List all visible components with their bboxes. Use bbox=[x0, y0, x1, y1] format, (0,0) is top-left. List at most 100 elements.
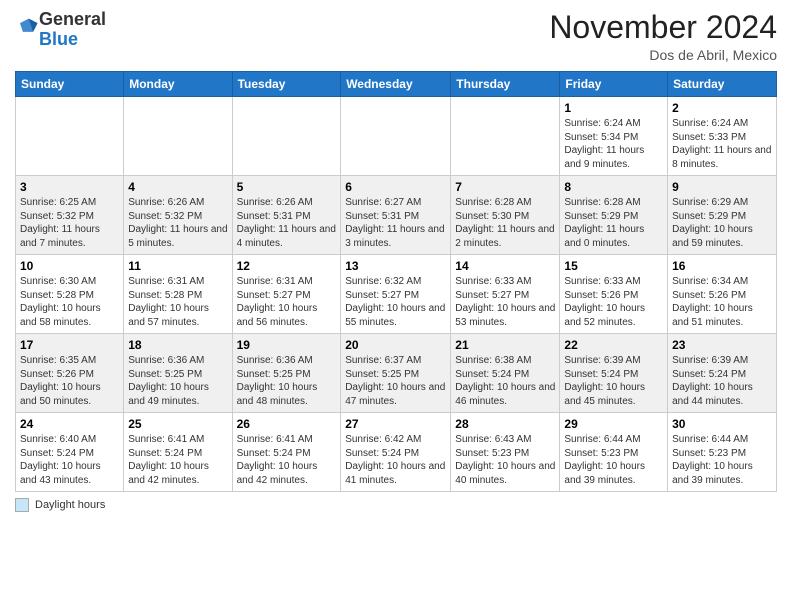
day-number: 18 bbox=[128, 338, 227, 352]
day-cell: 2 Sunrise: 6:24 AM Sunset: 5:33 PM Daylig… bbox=[668, 97, 777, 176]
logo-blue: Blue bbox=[39, 29, 78, 49]
day-number: 15 bbox=[564, 259, 663, 273]
month-title: November 2024 bbox=[549, 10, 777, 45]
day-number: 13 bbox=[345, 259, 446, 273]
day-number: 11 bbox=[128, 259, 227, 273]
day-number: 5 bbox=[237, 180, 337, 194]
day-info: Sunrise: 6:27 AM Sunset: 5:31 PM Dayligh… bbox=[345, 196, 446, 250]
weekday-header-monday: Monday bbox=[124, 72, 232, 97]
day-cell bbox=[232, 97, 341, 176]
day-info: Sunrise: 6:40 AM Sunset: 5:24 PM Dayligh… bbox=[20, 433, 119, 487]
day-cell: 3 Sunrise: 6:25 AM Sunset: 5:32 PM Daylig… bbox=[16, 176, 124, 255]
day-cell: 11 Sunrise: 6:31 AM Sunset: 5:28 PM Dayli… bbox=[124, 255, 232, 334]
day-info: Sunrise: 6:41 AM Sunset: 5:24 PM Dayligh… bbox=[128, 433, 227, 487]
day-cell: 1Sunrise: 6:24 AM Sunset: 5:34 PM Daylig… bbox=[560, 97, 668, 176]
day-cell: 26Sunrise: 6:41 AM Sunset: 5:24 PM Dayli… bbox=[232, 413, 341, 492]
day-number: 29 bbox=[564, 417, 663, 431]
day-info: Sunrise: 6:28 AM Sunset: 5:30 PM Dayligh… bbox=[455, 196, 555, 250]
day-number: 28 bbox=[455, 417, 555, 431]
week-row-4: 17 Sunrise: 6:35 AM Sunset: 5:26 PM Dayli… bbox=[16, 334, 777, 413]
day-cell bbox=[124, 97, 232, 176]
day-number: 20 bbox=[345, 338, 446, 352]
day-cell: 8Sunrise: 6:28 AM Sunset: 5:29 PM Daylig… bbox=[560, 176, 668, 255]
day-info: Sunrise: 6:34 AM Sunset: 5:26 PM Dayligh… bbox=[672, 275, 772, 329]
day-info: Sunrise: 6:26 AM Sunset: 5:31 PM Dayligh… bbox=[237, 196, 337, 250]
day-number: 12 bbox=[237, 259, 337, 273]
day-info: Sunrise: 6:36 AM Sunset: 5:25 PM Dayligh… bbox=[237, 354, 337, 408]
day-cell: 30Sunrise: 6:44 AM Sunset: 5:23 PM Dayli… bbox=[668, 413, 777, 492]
day-info: Sunrise: 6:28 AM Sunset: 5:29 PM Dayligh… bbox=[564, 196, 663, 250]
calendar: SundayMondayTuesdayWednesdayThursdayFrid… bbox=[15, 71, 777, 492]
day-number: 30 bbox=[672, 417, 772, 431]
weekday-header-thursday: Thursday bbox=[451, 72, 560, 97]
day-info: Sunrise: 6:25 AM Sunset: 5:32 PM Dayligh… bbox=[20, 196, 119, 250]
day-cell: 20 Sunrise: 6:37 AM Sunset: 5:25 PM Dayli… bbox=[341, 334, 451, 413]
day-info: Sunrise: 6:33 AM Sunset: 5:26 PM Dayligh… bbox=[564, 275, 663, 329]
day-number: 14 bbox=[455, 259, 555, 273]
day-number: 17 bbox=[20, 338, 119, 352]
day-number: 22 bbox=[564, 338, 663, 352]
day-cell: 10Sunrise: 6:30 AM Sunset: 5:28 PM Dayli… bbox=[16, 255, 124, 334]
day-cell: 4Sunrise: 6:26 AM Sunset: 5:32 PM Daylig… bbox=[124, 176, 232, 255]
day-info: Sunrise: 6:24 AM Sunset: 5:34 PM Dayligh… bbox=[564, 117, 663, 171]
weekday-header-sunday: Sunday bbox=[16, 72, 124, 97]
day-cell: 17 Sunrise: 6:35 AM Sunset: 5:26 PM Dayli… bbox=[16, 334, 124, 413]
day-info: Sunrise: 6:26 AM Sunset: 5:32 PM Dayligh… bbox=[128, 196, 227, 250]
day-info: Sunrise: 6:39 AM Sunset: 5:24 PM Dayligh… bbox=[672, 354, 772, 408]
day-cell: 24 Sunrise: 6:40 AM Sunset: 5:24 PM Dayli… bbox=[16, 413, 124, 492]
weekday-header-wednesday: Wednesday bbox=[341, 72, 451, 97]
logo-general: General bbox=[39, 9, 106, 29]
day-info: Sunrise: 6:33 AM Sunset: 5:27 PM Dayligh… bbox=[455, 275, 555, 329]
day-number: 27 bbox=[345, 417, 446, 431]
logo-icon bbox=[17, 15, 39, 37]
day-info: Sunrise: 6:44 AM Sunset: 5:23 PM Dayligh… bbox=[564, 433, 663, 487]
day-number: 21 bbox=[455, 338, 555, 352]
day-number: 10 bbox=[20, 259, 119, 273]
day-cell: 21 Sunrise: 6:38 AM Sunset: 5:24 PM Dayli… bbox=[451, 334, 560, 413]
day-cell: 27 Sunrise: 6:42 AM Sunset: 5:24 PM Dayli… bbox=[341, 413, 451, 492]
day-cell: 14 Sunrise: 6:33 AM Sunset: 5:27 PM Dayli… bbox=[451, 255, 560, 334]
day-number: 16 bbox=[672, 259, 772, 273]
week-row-5: 24 Sunrise: 6:40 AM Sunset: 5:24 PM Dayli… bbox=[16, 413, 777, 492]
day-info: Sunrise: 6:37 AM Sunset: 5:25 PM Dayligh… bbox=[345, 354, 446, 408]
day-info: Sunrise: 6:32 AM Sunset: 5:27 PM Dayligh… bbox=[345, 275, 446, 329]
day-number: 3 bbox=[20, 180, 119, 194]
week-row-1: 1Sunrise: 6:24 AM Sunset: 5:34 PM Daylig… bbox=[16, 97, 777, 176]
title-block: November 2024 Dos de Abril, Mexico bbox=[549, 10, 777, 63]
logo: General Blue bbox=[15, 10, 106, 50]
day-info: Sunrise: 6:39 AM Sunset: 5:24 PM Dayligh… bbox=[564, 354, 663, 408]
day-info: Sunrise: 6:36 AM Sunset: 5:25 PM Dayligh… bbox=[128, 354, 227, 408]
day-cell: 13 Sunrise: 6:32 AM Sunset: 5:27 PM Dayli… bbox=[341, 255, 451, 334]
weekday-header-saturday: Saturday bbox=[668, 72, 777, 97]
day-cell: 5 Sunrise: 6:26 AM Sunset: 5:31 PM Daylig… bbox=[232, 176, 341, 255]
day-info: Sunrise: 6:29 AM Sunset: 5:29 PM Dayligh… bbox=[672, 196, 772, 250]
day-cell: 16 Sunrise: 6:34 AM Sunset: 5:26 PM Dayli… bbox=[668, 255, 777, 334]
day-number: 24 bbox=[20, 417, 119, 431]
day-cell: 28 Sunrise: 6:43 AM Sunset: 5:23 PM Dayli… bbox=[451, 413, 560, 492]
day-info: Sunrise: 6:38 AM Sunset: 5:24 PM Dayligh… bbox=[455, 354, 555, 408]
day-info: Sunrise: 6:43 AM Sunset: 5:23 PM Dayligh… bbox=[455, 433, 555, 487]
day-number: 2 bbox=[672, 101, 772, 115]
day-cell: 15 Sunrise: 6:33 AM Sunset: 5:26 PM Dayli… bbox=[560, 255, 668, 334]
day-cell: 23 Sunrise: 6:39 AM Sunset: 5:24 PM Dayli… bbox=[668, 334, 777, 413]
day-info: Sunrise: 6:24 AM Sunset: 5:33 PM Dayligh… bbox=[672, 117, 772, 171]
legend-text: Daylight hours bbox=[35, 499, 105, 511]
day-number: 19 bbox=[237, 338, 337, 352]
legend: Daylight hours bbox=[15, 498, 777, 512]
day-number: 23 bbox=[672, 338, 772, 352]
day-cell: 19 Sunrise: 6:36 AM Sunset: 5:25 PM Dayli… bbox=[232, 334, 341, 413]
day-info: Sunrise: 6:31 AM Sunset: 5:28 PM Dayligh… bbox=[128, 275, 227, 329]
header: General Blue November 2024 Dos de Abril,… bbox=[15, 10, 777, 63]
day-cell: 22 Sunrise: 6:39 AM Sunset: 5:24 PM Dayli… bbox=[560, 334, 668, 413]
day-number: 9 bbox=[672, 180, 772, 194]
location: Dos de Abril, Mexico bbox=[549, 47, 777, 63]
day-cell: 18 Sunrise: 6:36 AM Sunset: 5:25 PM Dayli… bbox=[124, 334, 232, 413]
weekday-header-tuesday: Tuesday bbox=[232, 72, 341, 97]
day-cell: 6Sunrise: 6:27 AM Sunset: 5:31 PM Daylig… bbox=[341, 176, 451, 255]
weekday-header-friday: Friday bbox=[560, 72, 668, 97]
day-number: 7 bbox=[455, 180, 555, 194]
day-cell: 29 Sunrise: 6:44 AM Sunset: 5:23 PM Dayli… bbox=[560, 413, 668, 492]
day-info: Sunrise: 6:35 AM Sunset: 5:26 PM Dayligh… bbox=[20, 354, 119, 408]
day-cell bbox=[451, 97, 560, 176]
day-info: Sunrise: 6:42 AM Sunset: 5:24 PM Dayligh… bbox=[345, 433, 446, 487]
